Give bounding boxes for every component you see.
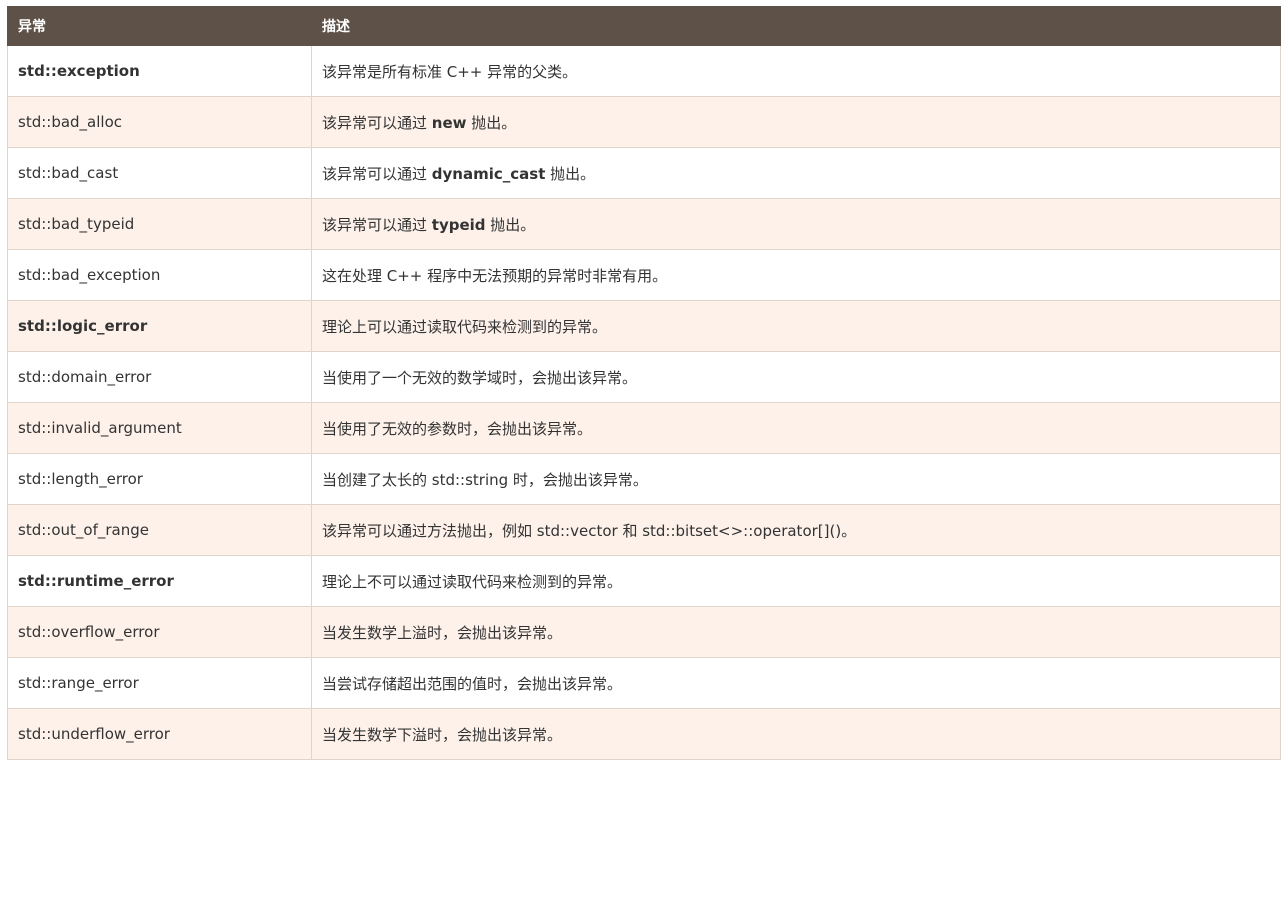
- description-cell: 当使用了一个无效的数学域时，会抛出该异常。: [311, 351, 1281, 403]
- table-body: std::exception 该异常是所有标准 C++ 异常的父类。std::ba…: [7, 45, 1281, 760]
- description-text: 该异常是所有标准 C++ 异常的父类。: [322, 62, 578, 81]
- description-text: 该异常可以通过: [322, 113, 432, 132]
- exception-name-cell: std::exception: [7, 45, 312, 97]
- exception-name-cell: std::out_of_range: [7, 504, 312, 556]
- table-row: std::bad_exception 这在处理 C++ 程序中无法预期的异常时非常…: [7, 249, 1281, 301]
- description-keyword: typeid: [431, 215, 486, 234]
- description-text: 当发生数学上溢时，会抛出该异常。: [322, 623, 563, 642]
- exception-name-cell: std::runtime_error: [7, 555, 312, 607]
- exception-table-container: 异常 描述 std::exception 该异常是所有标准 C++ 异常的父类。 s…: [7, 6, 1281, 760]
- table-row: std::overflow_error 当发生数学上溢时，会抛出该异常。: [7, 606, 1281, 658]
- description-text: 抛出。: [545, 164, 596, 183]
- description-cell: 当使用了无效的参数时，会抛出该异常。: [311, 402, 1281, 454]
- exception-name-cell: std::range_error: [7, 657, 312, 709]
- description-cell: 该异常可以通过方法抛出，例如 std::vector 和 std::bitset…: [311, 504, 1281, 556]
- description-text: 该异常可以通过: [322, 215, 432, 234]
- description-cell: 当尝试存储超出范围的值时，会抛出该异常。: [311, 657, 1281, 709]
- exception-name-cell: std::domain_error: [7, 351, 312, 403]
- table-row: std::out_of_range 该异常可以通过方法抛出，例如 std::vec…: [7, 504, 1281, 556]
- exception-name-cell: std::bad_exception: [7, 249, 312, 301]
- table-header: 异常 描述: [7, 6, 1281, 46]
- exception-name-cell: std::bad_cast: [7, 147, 312, 199]
- description-text: 当尝试存储超出范围的值时，会抛出该异常。: [322, 674, 623, 693]
- description-cell: 理论上不可以通过读取代码来检测到的异常。: [311, 555, 1281, 607]
- exception-name-cell: std::length_error: [7, 453, 312, 505]
- table-row: std::invalid_argument 当使用了无效的参数时，会抛出该异常。: [7, 402, 1281, 454]
- table-row: std::runtime_error 理论上不可以通过读取代码来检测到的异常。: [7, 555, 1281, 607]
- table-row: std::underflow_error 当发生数学下溢时，会抛出该异常。: [7, 708, 1281, 760]
- description-cell: 理论上可以通过读取代码来检测到的异常。: [311, 300, 1281, 352]
- table-row: std::logic_error 理论上可以通过读取代码来检测到的异常。: [7, 300, 1281, 352]
- header-description: 描述: [311, 6, 1281, 46]
- description-text: 理论上可以通过读取代码来检测到的异常。: [322, 317, 608, 336]
- description-text: 当使用了无效的参数时，会抛出该异常。: [322, 419, 593, 438]
- description-cell: 该异常是所有标准 C++ 异常的父类。: [311, 45, 1281, 97]
- description-cell: 该异常可以通过 typeid 抛出。: [311, 198, 1281, 250]
- header-exception: 异常: [7, 6, 312, 46]
- exception-name-cell: std::logic_error: [7, 300, 312, 352]
- table-row: std::length_error 当创建了太长的 std::string 时，会…: [7, 453, 1281, 505]
- description-keyword: dynamic_cast: [431, 164, 546, 183]
- description-cell: 当创建了太长的 std::string 时，会抛出该异常。: [311, 453, 1281, 505]
- table-row: std::domain_error 当使用了一个无效的数学域时，会抛出该异常。: [7, 351, 1281, 403]
- exception-name-cell: std::invalid_argument: [7, 402, 312, 454]
- description-cell: 当发生数学下溢时，会抛出该异常。: [311, 708, 1281, 760]
- description-keyword: new: [431, 113, 467, 132]
- description-text: 该异常可以通过方法抛出，例如 std::vector 和 std::bitset…: [322, 521, 857, 540]
- table-row: std::bad_alloc 该异常可以通过 new 抛出。: [7, 96, 1281, 148]
- description-cell: 该异常可以通过 new 抛出。: [311, 96, 1281, 148]
- exception-name-cell: std::underflow_error: [7, 708, 312, 760]
- table-row: std::bad_typeid 该异常可以通过 typeid 抛出。: [7, 198, 1281, 250]
- description-cell: 当发生数学上溢时，会抛出该异常。: [311, 606, 1281, 658]
- exception-table: 异常 描述 std::exception 该异常是所有标准 C++ 异常的父类。 s…: [7, 6, 1281, 760]
- exception-name-cell: std::bad_typeid: [7, 198, 312, 250]
- description-text: 当创建了太长的 std::string 时，会抛出该异常。: [322, 470, 648, 489]
- description-text: 抛出。: [466, 113, 517, 132]
- table-row: std::bad_cast 该异常可以通过 dynamic_cast 抛出。: [7, 147, 1281, 199]
- description-cell: 该异常可以通过 dynamic_cast 抛出。: [311, 147, 1281, 199]
- exception-name-cell: std::bad_alloc: [7, 96, 312, 148]
- header-row: 异常 描述: [7, 6, 1281, 46]
- description-text: 这在处理 C++ 程序中无法预期的异常时非常有用。: [322, 266, 668, 285]
- description-text: 当使用了一个无效的数学域时，会抛出该异常。: [322, 368, 638, 387]
- exception-name-cell: std::overflow_error: [7, 606, 312, 658]
- table-row: std::exception 该异常是所有标准 C++ 异常的父类。: [7, 45, 1281, 97]
- description-text: 当发生数学下溢时，会抛出该异常。: [322, 725, 563, 744]
- table-row: std::range_error 当尝试存储超出范围的值时，会抛出该异常。: [7, 657, 1281, 709]
- description-text: 抛出。: [485, 215, 536, 234]
- description-text: 该异常可以通过: [322, 164, 432, 183]
- description-cell: 这在处理 C++ 程序中无法预期的异常时非常有用。: [311, 249, 1281, 301]
- description-text: 理论上不可以通过读取代码来检测到的异常。: [322, 572, 623, 591]
